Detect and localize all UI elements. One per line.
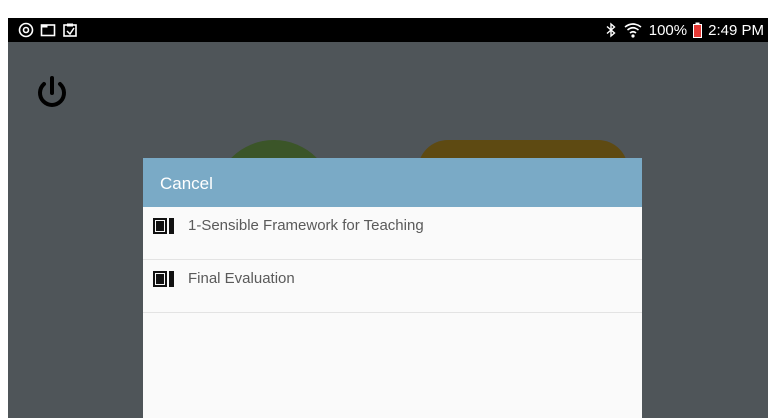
power-button[interactable]	[34, 72, 70, 112]
cancel-button[interactable]: Cancel	[160, 174, 213, 194]
status-indicators: 100% 2:49 PM	[605, 18, 764, 42]
wifi-icon	[623, 22, 643, 38]
list-item[interactable]: Final Evaluation	[143, 260, 642, 313]
clipboard-icon	[62, 22, 78, 38]
list-item-label: Final Evaluation	[188, 270, 295, 287]
battery-icon	[693, 22, 703, 38]
status-bar: 100% 2:49 PM	[8, 18, 768, 42]
power-icon	[34, 72, 70, 112]
clock: 2:49 PM	[708, 21, 764, 39]
dialog-header: Cancel	[143, 158, 642, 207]
film-icon	[153, 270, 175, 288]
bluetooth-icon	[605, 22, 617, 38]
battery-percent: 100%	[648, 21, 688, 39]
video-selection-dialog: Cancel 1-Sensible Framework for Teaching	[143, 158, 642, 418]
notification-icon	[18, 22, 34, 38]
video-list: 1-Sensible Framework for Teaching Final …	[143, 207, 642, 313]
film-icon	[153, 217, 175, 235]
list-item[interactable]: 1-Sensible Framework for Teaching	[143, 207, 642, 260]
list-item-label: 1-Sensible Framework for Teaching	[188, 217, 424, 234]
status-notifications	[18, 22, 78, 38]
app-screen: 100% 2:49 PM Cancel 1-Sensible Framework…	[8, 18, 768, 418]
folder-icon	[40, 22, 56, 38]
